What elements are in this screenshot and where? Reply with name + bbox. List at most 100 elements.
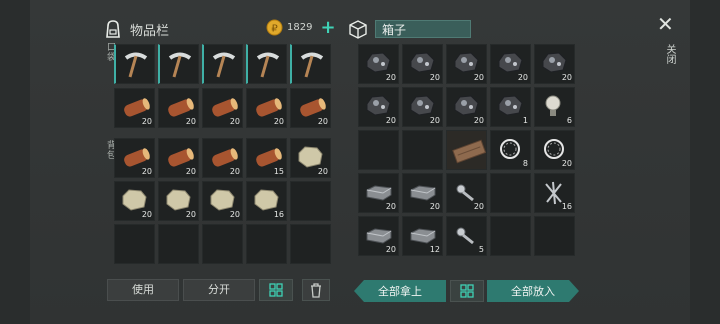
item-quantity: 8 bbox=[522, 159, 528, 168]
box-grid: 20 20 20 20 20 20 20 20 1 6 8 20 20 20 20 16 20 12 5 bbox=[358, 44, 575, 256]
add-currency-button[interactable]: + bbox=[320, 18, 335, 36]
trash-button[interactable] bbox=[302, 279, 330, 301]
close-icon[interactable]: ✕ bbox=[657, 12, 674, 36]
item-quantity: 20 bbox=[185, 210, 196, 219]
slot-ingot[interactable]: 20 bbox=[358, 216, 399, 256]
slot-pickaxe[interactable] bbox=[246, 44, 287, 84]
empty-slot[interactable] bbox=[158, 224, 199, 264]
item-quantity: 5 bbox=[478, 245, 484, 254]
slot-pickaxe[interactable] bbox=[202, 44, 243, 84]
empty-slot[interactable] bbox=[358, 130, 399, 170]
slot-stone[interactable]: 20 bbox=[158, 181, 199, 221]
grid-sort-icon bbox=[269, 283, 283, 297]
empty-slot[interactable] bbox=[290, 224, 331, 264]
slot-ingot[interactable]: 20 bbox=[402, 173, 443, 213]
sort-box-button[interactable] bbox=[450, 280, 484, 302]
split-button[interactable]: 分开 bbox=[183, 279, 255, 301]
slot-ring[interactable]: 8 bbox=[490, 130, 531, 170]
item-quantity: 20 bbox=[385, 73, 396, 82]
item-quantity: 20 bbox=[473, 202, 484, 211]
slot-bolt[interactable]: 20 bbox=[446, 173, 487, 213]
item-quantity: 20 bbox=[429, 116, 440, 125]
item-quantity: 20 bbox=[429, 73, 440, 82]
slot-plank[interactable] bbox=[446, 130, 487, 170]
item-quantity: 12 bbox=[429, 245, 440, 254]
item-quantity: 16 bbox=[561, 202, 572, 211]
grid-sort-icon bbox=[460, 284, 474, 298]
item-quantity: 20 bbox=[229, 210, 240, 219]
use-button[interactable]: 使用 bbox=[107, 279, 179, 301]
item-quantity: 20 bbox=[473, 73, 484, 82]
sort-inventory-button[interactable] bbox=[259, 279, 293, 301]
box-header: 箱子 bbox=[347, 18, 471, 40]
slot-log[interactable]: 20 bbox=[114, 138, 155, 178]
backpack-icon bbox=[106, 20, 120, 38]
take-all-button[interactable]: 全部拿上 bbox=[354, 280, 446, 302]
empty-slot[interactable] bbox=[202, 224, 243, 264]
item-quantity: 20 bbox=[429, 202, 440, 211]
slot-log[interactable]: 20 bbox=[290, 88, 331, 128]
slot-ore[interactable]: 20 bbox=[446, 87, 487, 127]
slot-ore[interactable]: 20 bbox=[534, 44, 575, 84]
slot-bolt[interactable]: 5 bbox=[446, 216, 487, 256]
svg-text:₽: ₽ bbox=[271, 24, 278, 35]
item-quantity: 20 bbox=[185, 167, 196, 176]
slot-ore[interactable]: 20 bbox=[490, 44, 531, 84]
box-title: 箱子 bbox=[375, 20, 471, 38]
item-quantity: 6 bbox=[566, 116, 572, 125]
item-quantity: 20 bbox=[561, 159, 572, 168]
item-quantity: 20 bbox=[385, 202, 396, 211]
item-quantity: 20 bbox=[473, 116, 484, 125]
item-quantity: 1 bbox=[522, 116, 528, 125]
slot-ore[interactable]: 20 bbox=[402, 87, 443, 127]
backpack-grid: 20 20 20 15 20 20 20 20 16 bbox=[114, 138, 331, 264]
close-label[interactable]: 关闭 bbox=[662, 44, 677, 64]
slot-ore[interactable]: 20 bbox=[358, 44, 399, 84]
slot-stone[interactable]: 20 bbox=[202, 181, 243, 221]
slot-ore[interactable]: 1 bbox=[490, 87, 531, 127]
empty-slot[interactable] bbox=[246, 224, 287, 264]
item-quantity: 20 bbox=[317, 167, 328, 176]
item-quantity: 20 bbox=[317, 117, 328, 126]
slot-pickaxe[interactable] bbox=[290, 44, 331, 84]
coin-icon: ₽ bbox=[266, 19, 283, 36]
empty-slot[interactable] bbox=[402, 130, 443, 170]
slot-pickaxe[interactable] bbox=[114, 44, 155, 84]
slot-stone[interactable]: 16 bbox=[246, 181, 287, 221]
slot-bulb[interactable]: 6 bbox=[534, 87, 575, 127]
slot-log[interactable]: 20 bbox=[246, 88, 287, 128]
item-quantity: 20 bbox=[185, 117, 196, 126]
empty-slot[interactable] bbox=[114, 224, 155, 264]
hotbar-grid bbox=[114, 44, 331, 84]
item-quantity: 20 bbox=[385, 116, 396, 125]
empty-slot[interactable] bbox=[534, 216, 575, 256]
slot-stone[interactable]: 20 bbox=[114, 181, 155, 221]
trash-icon bbox=[311, 283, 321, 298]
item-quantity: 20 bbox=[561, 73, 572, 82]
slot-ore[interactable]: 20 bbox=[402, 44, 443, 84]
slot-ingot[interactable]: 20 bbox=[358, 173, 399, 213]
inventory-title: 物品栏 bbox=[130, 23, 170, 39]
slot-ore[interactable]: 20 bbox=[358, 87, 399, 127]
slot-ingot[interactable]: 12 bbox=[402, 216, 443, 256]
slot-log[interactable]: 15 bbox=[246, 138, 287, 178]
item-quantity: 20 bbox=[141, 210, 152, 219]
slot-stone[interactable]: 20 bbox=[290, 138, 331, 178]
slot-nails[interactable]: 16 bbox=[534, 173, 575, 213]
slot-ring[interactable]: 20 bbox=[534, 130, 575, 170]
empty-slot[interactable] bbox=[490, 216, 531, 256]
slot-log[interactable]: 20 bbox=[158, 138, 199, 178]
item-quantity: 20 bbox=[141, 167, 152, 176]
slot-log[interactable]: 20 bbox=[114, 88, 155, 128]
item-quantity: 16 bbox=[273, 210, 284, 219]
slot-log[interactable]: 20 bbox=[158, 88, 199, 128]
slot-log[interactable]: 20 bbox=[202, 138, 243, 178]
empty-slot[interactable] bbox=[290, 181, 331, 221]
put-all-button[interactable]: 全部放入 bbox=[487, 280, 579, 302]
slot-pickaxe[interactable] bbox=[158, 44, 199, 84]
hotbar-row2-grid: 20 20 20 20 20 bbox=[114, 88, 331, 128]
empty-slot[interactable] bbox=[490, 173, 531, 213]
slot-log[interactable]: 20 bbox=[202, 88, 243, 128]
slot-ore[interactable]: 20 bbox=[446, 44, 487, 84]
box-icon bbox=[349, 20, 367, 39]
